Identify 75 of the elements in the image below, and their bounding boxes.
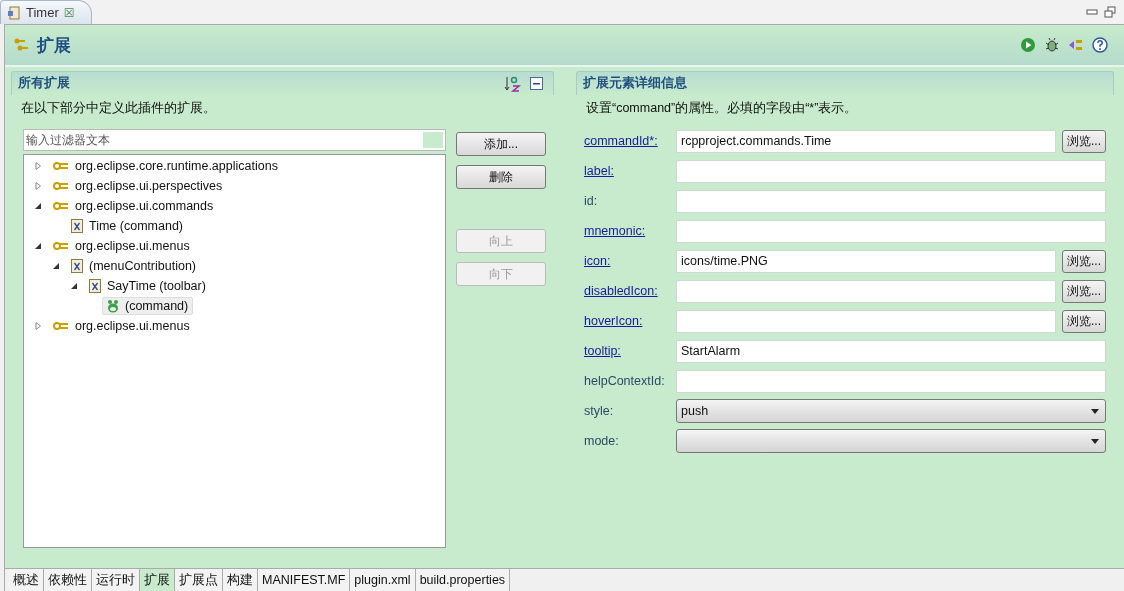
collapse-arrow-icon[interactable]	[52, 262, 60, 270]
section-title: 扩展元素详细信息	[583, 75, 687, 92]
page-tab[interactable]: 扩展	[140, 569, 175, 591]
sort-icon[interactable]	[504, 75, 522, 92]
action-button[interactable]: 删除	[456, 165, 546, 189]
field-link[interactable]: mnemonic:	[584, 224, 670, 238]
frog-icon	[107, 299, 119, 313]
tree-item[interactable]: (menuContribution)	[66, 257, 201, 275]
plug-icon	[53, 181, 69, 191]
plug-icon	[53, 241, 69, 251]
minimize-icon[interactable]	[1086, 8, 1098, 16]
browse-button[interactable]: 浏览...	[1062, 309, 1106, 333]
action-button[interactable]: 添加...	[456, 132, 546, 156]
tree-item[interactable]: org.eclipse.ui.menus	[48, 237, 195, 255]
tab-title: Timer	[26, 5, 59, 20]
plug-icon	[53, 321, 69, 331]
expand-arrow-icon[interactable]	[34, 162, 42, 170]
run-icon[interactable]	[1020, 37, 1036, 53]
text-field[interactable]: rcpproject.commands.Time	[676, 129, 1056, 153]
plug-icon	[53, 201, 69, 211]
section-description: 设置“command”的属性。必填的字段由“*”表示。	[585, 100, 859, 117]
text-field[interactable]	[676, 309, 1056, 333]
field-label: style:	[584, 404, 615, 418]
help-icon[interactable]	[1092, 37, 1108, 53]
field-label: mode:	[584, 434, 620, 448]
tree-item[interactable]: org.eclipse.ui.commands	[48, 197, 219, 215]
text-field[interactable]	[676, 369, 1106, 393]
tree-item[interactable]: org.eclipse.ui.perspectives	[48, 177, 228, 195]
tree-item[interactable]: org.eclipse.core.runtime.applications	[48, 157, 283, 175]
collapse-arrow-icon[interactable]	[70, 282, 78, 290]
bug-icon[interactable]	[1044, 37, 1060, 53]
field-label: id:	[584, 194, 599, 208]
field-link[interactable]: tooltip:	[584, 344, 670, 358]
plugin-file-icon	[7, 5, 21, 20]
text-field[interactable]	[676, 219, 1106, 243]
section-title: 所有扩展	[18, 75, 70, 92]
plug-icon	[53, 161, 69, 171]
export-icon[interactable]	[1068, 37, 1084, 53]
collapse-all-icon[interactable]	[530, 77, 543, 90]
tree-item[interactable]: SayTime (toolbar)	[84, 277, 211, 295]
text-field[interactable]	[676, 189, 1106, 213]
text-field[interactable]: StartAlarm	[676, 339, 1106, 363]
expand-arrow-icon[interactable]	[34, 322, 42, 330]
section-description: 在以下部分中定义此插件的扩展。	[20, 100, 217, 117]
dropdown[interactable]: push	[676, 399, 1106, 423]
browse-button[interactable]: 浏览...	[1062, 129, 1106, 153]
xml-element-icon	[71, 259, 83, 273]
xml-element-icon	[71, 219, 83, 233]
editor-tab[interactable]: Timer ☒	[0, 0, 92, 24]
field-link[interactable]: disabledIcon:	[584, 284, 670, 298]
tree-item[interactable]: (command)	[102, 297, 194, 315]
page-title: 扩展	[37, 34, 71, 57]
field-label: helpContextId:	[584, 374, 666, 388]
dropdown[interactable]	[676, 429, 1106, 453]
tree-item[interactable]: org.eclipse.ui.menus	[48, 317, 195, 335]
filter-field[interactable]: 输入过滤器文本	[23, 129, 446, 151]
dropdown-arrow-icon	[1091, 438, 1099, 444]
dropdown-arrow-icon	[1091, 408, 1099, 414]
field-link[interactable]: commandId*:	[584, 134, 670, 148]
field-link[interactable]: hoverIcon:	[584, 314, 670, 328]
text-field[interactable]: icons/time.PNG	[676, 249, 1056, 273]
text-field[interactable]	[676, 159, 1106, 183]
tree-item[interactable]: Time (command)	[66, 217, 188, 235]
browse-button[interactable]: 浏览...	[1062, 279, 1106, 303]
field-link[interactable]: icon:	[584, 254, 670, 268]
collapse-arrow-icon[interactable]	[34, 242, 42, 250]
collapse-arrow-icon[interactable]	[34, 202, 42, 210]
text-field[interactable]	[676, 279, 1056, 303]
field-link[interactable]: label:	[584, 164, 670, 178]
xml-element-icon	[89, 279, 101, 293]
extension-icon	[13, 37, 29, 53]
browse-button[interactable]: 浏览...	[1062, 249, 1106, 273]
restore-icon[interactable]	[1104, 6, 1116, 18]
close-button[interactable]: ☒	[63, 5, 75, 20]
expand-arrow-icon[interactable]	[34, 182, 42, 190]
